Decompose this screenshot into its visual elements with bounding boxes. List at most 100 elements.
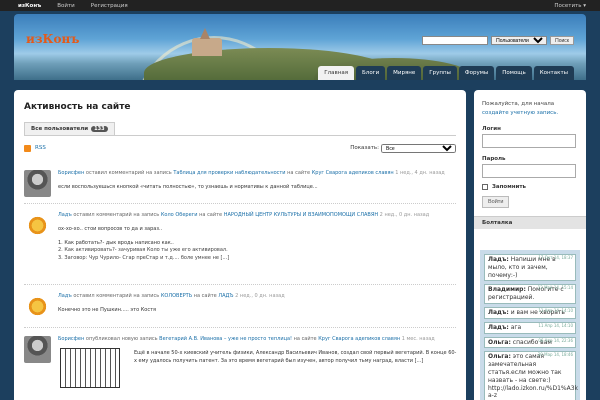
- nav-tab-home[interactable]: Главная: [318, 66, 355, 80]
- activity-text-line: 1. Как работать?- дык вродь написано как…: [58, 239, 174, 246]
- site-title[interactable]: изКонъ: [26, 32, 79, 46]
- chat-author[interactable]: Ольга:: [488, 339, 511, 346]
- chat-message: 11 Апр 14, 14:10 Ладъ: ага: [484, 321, 576, 334]
- search-scope-select[interactable]: Пользователи: [491, 36, 548, 45]
- chat-message: 12 Май 14, 15:14 Владимир: Помогите с рег…: [484, 284, 576, 304]
- chat-timestamp: 06 Апр 14, 22:36: [538, 337, 573, 343]
- chat-text: ага: [510, 323, 522, 331]
- nav-tab-forums[interactable]: Форумы: [458, 66, 495, 80]
- author-link[interactable]: Борисфен: [58, 170, 84, 176]
- welcome-message: Пожалуйста, для начала: [482, 101, 555, 107]
- avatar[interactable]: [24, 170, 51, 197]
- avatar[interactable]: [24, 212, 51, 239]
- create-account-link[interactable]: создайте учетную запись.: [482, 110, 558, 116]
- divider: [24, 284, 456, 285]
- divider: [24, 327, 456, 328]
- author-link[interactable]: Борисфен: [58, 336, 84, 342]
- chat-author[interactable]: Ладъ:: [488, 309, 509, 316]
- main-nav: Главная Блоги Миряне Группы Форумы Помощ…: [318, 66, 574, 80]
- chat-timestamp: 11 Апр 14, 14:10: [538, 322, 573, 328]
- activity-meta: Ладъ оставил комментарий на запись Коло …: [58, 212, 430, 218]
- header-spire: [200, 28, 210, 39]
- chat-message: 30 Мар 14, 18:46 Ольга: это самая замечат…: [484, 351, 578, 400]
- chat-timestamp: 11 Апр 14, 14:10: [538, 307, 573, 313]
- login-field[interactable]: [482, 133, 576, 148]
- chat-timestamp: 17 Окт 14, 18:37: [538, 255, 573, 260]
- page-title: Активность на сайте: [24, 102, 131, 112]
- nav-tab-help[interactable]: Помощь: [496, 66, 532, 80]
- activity-item: Ладъ оставил комментарий на запись КОЛОВ…: [24, 293, 458, 320]
- post-thumbnail[interactable]: [60, 348, 120, 388]
- search-input[interactable]: [422, 36, 489, 45]
- main-content: Активность на сайте Все пользователи 133 …: [14, 90, 466, 400]
- activity-text: Ещё в начале 50-х киевский учитель физик…: [134, 349, 457, 364]
- chat-author[interactable]: Владимир:: [488, 286, 526, 293]
- login-button[interactable]: Войти: [482, 195, 510, 208]
- divider: [24, 203, 456, 204]
- chat-text: это самая замечательная статья.если можн…: [488, 353, 578, 400]
- activity-meta: Ладъ оставил комментарий на запись КОЛОВ…: [58, 293, 285, 299]
- post-link[interactable]: Коло Обереги: [161, 212, 198, 218]
- activity-text: если воспользуешься кнопкой «читать полн…: [58, 183, 318, 190]
- site-link[interactable]: НАРОДНЫЙ ЦЕНТР КУЛЬТУРЫ И ВЗАИМОПОМОЩИ С…: [224, 212, 378, 218]
- activity-text-line: 2. Как активировать?- зачуривая Коло ты …: [58, 247, 228, 254]
- activity-time[interactable]: 2 нед., 0 дн. назад: [235, 293, 285, 299]
- chat-author[interactable]: Ладъ:: [488, 256, 509, 263]
- register-link[interactable]: Регистрация: [83, 3, 136, 9]
- chat-message: 11 Апр 14, 14:10 Ладъ: и вам не хворать: [484, 306, 576, 319]
- rss-link[interactable]: RSS: [35, 145, 46, 151]
- welcome-text: Пожалуйста, для начала создайте учетную …: [474, 90, 586, 118]
- activity-filter-select[interactable]: Все: [381, 143, 456, 153]
- remember-row: Запомнить: [482, 183, 578, 190]
- nav-tab-members[interactable]: Миряне: [387, 66, 422, 80]
- chat-author[interactable]: Ольга:: [488, 353, 511, 360]
- activity-text-line: 3. Заговор: Чур Чурило- Сгар преСтар и т…: [58, 255, 230, 261]
- author-link[interactable]: Ладъ: [58, 212, 72, 218]
- post-link[interactable]: Вегетарий А.В. Иванова – уже не просто т…: [159, 336, 292, 342]
- nav-tab-blogs[interactable]: Блоги: [356, 66, 386, 80]
- visit-menu[interactable]: Посетить: [554, 3, 600, 9]
- search-form: Пользователи Поиск: [422, 36, 574, 45]
- chat-author[interactable]: Ладъ:: [488, 324, 509, 331]
- chat-timestamp: 30 Мар 14, 18:46: [537, 352, 573, 358]
- activity-time[interactable]: 1 нед., 4 дн. назад: [395, 170, 445, 176]
- activity-meta: Борисфен оставил комментарий на запись Т…: [58, 170, 445, 176]
- admin-brand[interactable]: изКонъ: [0, 3, 49, 9]
- search-button[interactable]: Поиск: [550, 36, 574, 45]
- activity-text-line: ох-хо-хо.. стои вопросов то да и зараз..: [58, 225, 163, 232]
- avatar[interactable]: [24, 336, 51, 363]
- activity-time[interactable]: 2 нед., 0 дн. назад: [380, 212, 430, 218]
- site-header: изКонъ Пользователи Поиск Главная Блоги …: [14, 14, 586, 80]
- activity-time[interactable]: 1 мес. назад: [402, 336, 435, 342]
- site-link[interactable]: Круг Сварога адепиков славян: [318, 336, 400, 342]
- activity-meta: Борисфен опубликовал новую запись Вегета…: [58, 336, 435, 342]
- filter-bar: RSS Показать: Все: [24, 142, 456, 154]
- chat-message: 17 Окт 14, 18:37 Ладъ: Напиши мне в мыло,…: [484, 254, 576, 282]
- login-link[interactable]: Войти: [49, 3, 83, 9]
- login-label: Логин: [482, 125, 501, 132]
- show-label: Показать:: [350, 145, 379, 151]
- author-link[interactable]: Ладъ: [58, 293, 72, 299]
- header-church: [192, 38, 222, 56]
- nav-tab-groups[interactable]: Группы: [423, 66, 457, 80]
- password-field[interactable]: [482, 163, 576, 178]
- chat-box: 17 Окт 14, 18:37 Ладъ: Напиши мне в мыло,…: [480, 250, 580, 400]
- avatar[interactable]: [24, 293, 51, 320]
- chat-message: 06 Апр 14, 22:36 Ольга: спасибо вам: [484, 336, 576, 349]
- post-link[interactable]: КОЛОВЕРТЬ: [161, 293, 192, 299]
- count-badge: 133: [91, 126, 108, 132]
- nav-tab-contacts[interactable]: Контакты: [533, 66, 574, 80]
- site-link[interactable]: Круг Сварога адепиков славян: [312, 170, 394, 176]
- remember-label: Запомнить: [492, 183, 527, 190]
- post-link[interactable]: Таблица для проверки наблюдательности: [173, 170, 285, 176]
- activity-item: Борисфен оставил комментарий на запись Т…: [24, 170, 458, 197]
- rss-icon[interactable]: [24, 144, 31, 152]
- remember-checkbox[interactable]: [482, 183, 488, 190]
- tab-all-users[interactable]: Все пользователи 133: [24, 122, 115, 135]
- password-label: Пароль: [482, 155, 506, 162]
- sidebar: Пожалуйста, для начала создайте учетную …: [474, 90, 586, 400]
- chat-timestamp: 12 Май 14, 15:14: [537, 285, 573, 291]
- site-link[interactable]: ЛАДЪ: [218, 293, 233, 299]
- activity-tabs: Все пользователи 133: [24, 120, 456, 136]
- chat-title: Болталка: [474, 215, 586, 229]
